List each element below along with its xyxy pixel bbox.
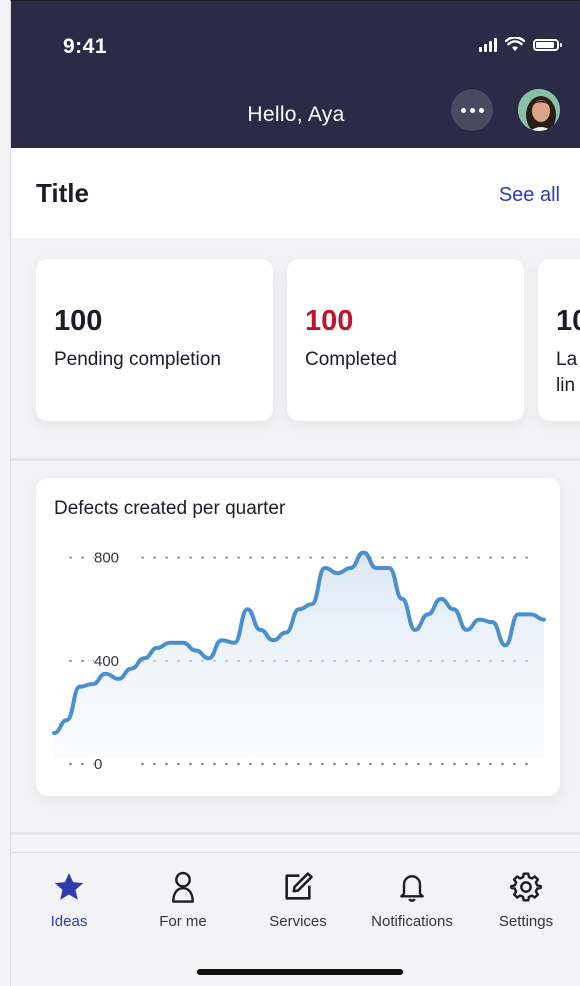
tab-label: Ideas xyxy=(50,913,88,930)
stat-label: Completed xyxy=(305,349,397,370)
tab-settings[interactable]: Settings xyxy=(471,869,580,930)
bottom-tab-bar: Ideas For me Services Notifications Sett… xyxy=(11,852,580,986)
cellular-signal-icon xyxy=(479,37,497,52)
more-options-button[interactable] xyxy=(451,89,493,131)
stat-card-completed[interactable]: 100 Completed xyxy=(287,259,524,421)
gear-icon xyxy=(508,869,544,905)
stat-value: 100 xyxy=(54,305,103,337)
stat-label: La lin xyxy=(556,349,578,396)
ellipsis-icon xyxy=(460,107,466,113)
tab-services[interactable]: Services xyxy=(243,869,353,930)
status-time: 9:41 xyxy=(63,35,108,58)
tab-label: Settings xyxy=(498,913,554,930)
section-divider xyxy=(11,832,580,835)
avatar[interactable] xyxy=(516,87,562,133)
person-icon xyxy=(165,869,201,905)
stat-value: 100 xyxy=(305,305,354,337)
tab-notifications[interactable]: Notifications xyxy=(357,869,467,930)
chart-card: Defects created per quarter 0 400 800 xyxy=(36,478,560,796)
wifi-icon xyxy=(505,37,525,51)
stat-card-pending[interactable]: 100 Pending completion xyxy=(36,259,273,421)
defects-line-chart: 0 400 800 xyxy=(52,547,546,774)
tab-label: Services xyxy=(269,913,327,930)
battery-icon xyxy=(533,38,562,51)
y-tick-label: 800 xyxy=(94,550,119,567)
edit-icon xyxy=(280,869,316,905)
app-header: 9:41 Hello, Aya xyxy=(11,1,580,148)
tab-for-me[interactable]: For me xyxy=(128,869,238,930)
home-indicator xyxy=(197,969,403,975)
star-icon xyxy=(51,869,87,905)
y-tick-label: 0 xyxy=(94,756,102,773)
y-tick-label: 400 xyxy=(94,653,119,670)
stat-card-partial[interactable]: 10 La lin xyxy=(538,259,580,421)
section-title: Title xyxy=(36,178,89,208)
stat-value: 10 xyxy=(556,305,580,337)
phone-screen: 9:41 Hello, Aya Title See all 100 Pendin… xyxy=(10,0,580,986)
greeting-title: Hello, Aya xyxy=(247,103,345,126)
stat-label: Pending completion xyxy=(54,349,221,370)
tab-label: For me xyxy=(159,913,207,930)
see-all-link[interactable]: See all xyxy=(499,184,560,207)
section-header xyxy=(11,148,580,238)
status-icons xyxy=(479,37,562,52)
tab-ideas[interactable]: Ideas xyxy=(14,869,124,930)
bell-icon xyxy=(394,869,430,905)
tab-label: Notifications xyxy=(371,913,453,930)
section-divider xyxy=(11,458,580,461)
